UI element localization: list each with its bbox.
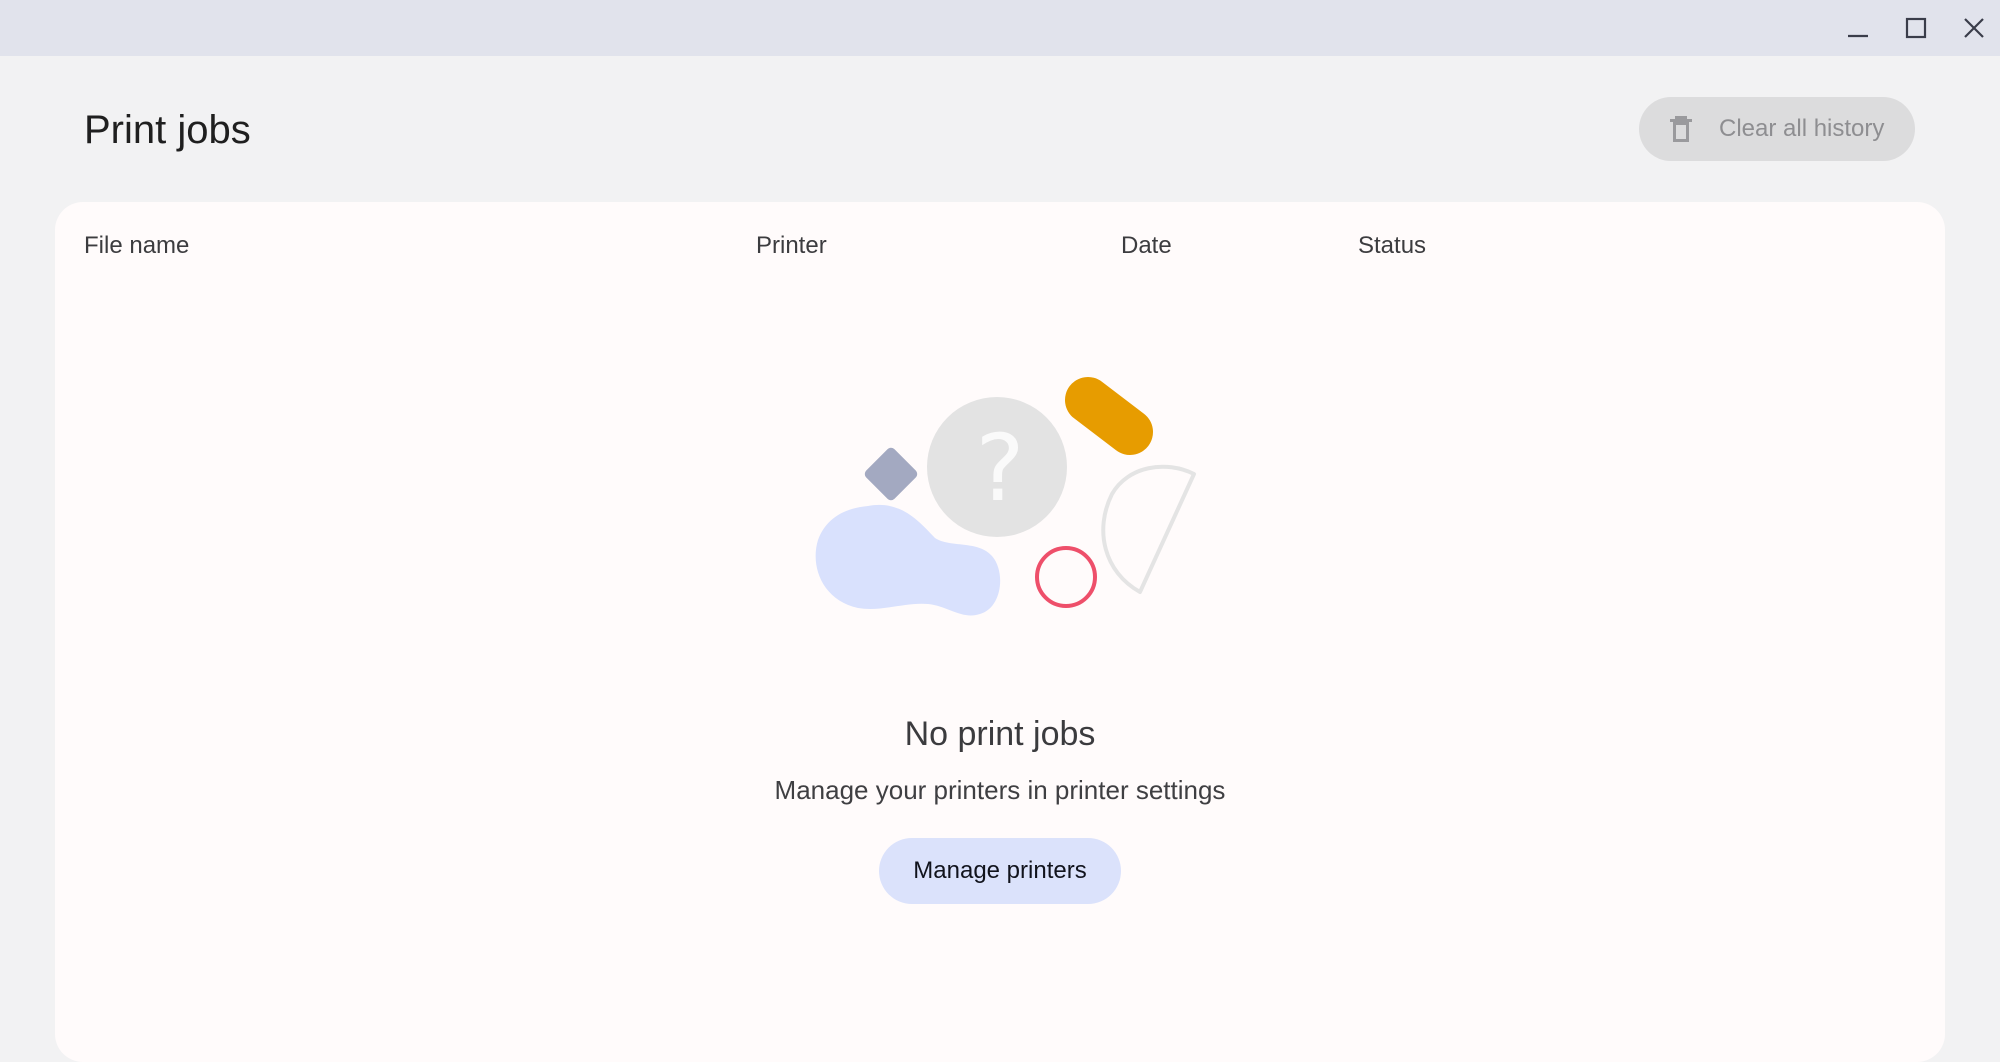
empty-state-subtitle: Manage your printers in printer settings xyxy=(774,775,1226,805)
svg-text:?: ? xyxy=(976,415,1025,522)
clear-all-history-button[interactable]: Clear all history xyxy=(1639,97,1915,161)
minimize-icon xyxy=(1848,34,1868,38)
maximize-icon xyxy=(1905,17,1927,39)
manage-printers-label: Manage printers xyxy=(913,857,1087,884)
column-header-date[interactable]: Date xyxy=(1121,230,1172,262)
minimize-button[interactable] xyxy=(1836,8,1880,48)
close-button[interactable] xyxy=(1952,8,1996,48)
close-icon xyxy=(1964,18,1984,38)
maximize-button[interactable] xyxy=(1894,8,1938,48)
red-ring-shape xyxy=(1035,546,1097,608)
slate-diamond-shape xyxy=(864,447,918,501)
column-header-printer[interactable]: Printer xyxy=(756,230,827,262)
trash-icon xyxy=(1670,116,1692,142)
manage-printers-button[interactable]: Manage printers xyxy=(879,838,1121,904)
clear-all-history-label: Clear all history xyxy=(1719,115,1885,142)
page-title: Print jobs xyxy=(84,108,251,152)
half-circle-outline-shape xyxy=(1101,464,1196,594)
print-jobs-card xyxy=(55,202,1945,1062)
title-bar xyxy=(0,0,2000,56)
empty-state-title: No print jobs xyxy=(904,715,1096,753)
empty-state-illustration: ? xyxy=(815,377,1196,616)
orange-pill-shape xyxy=(1065,377,1153,455)
column-header-file-name[interactable]: File name xyxy=(84,230,189,262)
column-header-status[interactable]: Status xyxy=(1358,230,1426,262)
